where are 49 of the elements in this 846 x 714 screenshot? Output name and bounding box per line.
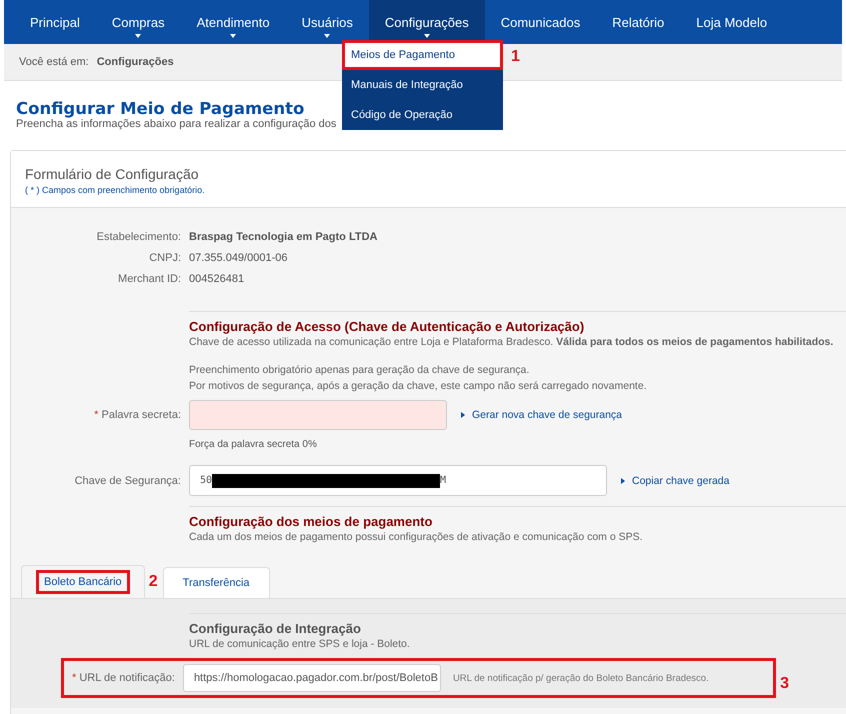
nav-item[interactable]: Relatório: [596, 0, 680, 44]
section-title: Configuração dos meios de pagamento: [189, 514, 434, 529]
breadcrumb-current: Configurações: [96, 56, 174, 68]
section-description: Cada um dos meios de pagamento possui configurações de ativação e comunicação com o SPS.: [189, 531, 644, 543]
field-label: Chave de Segurança:: [74, 474, 181, 486]
nav-item[interactable]: Atendimento: [180, 0, 286, 44]
page-subtitle: Preencha as informações abaixo para realizar a configuração dos: [16, 118, 336, 130]
tab-label: Transferência: [182, 576, 251, 591]
field-value: 004526481: [189, 272, 246, 284]
breadcrumb-label: Você está em:: [19, 56, 89, 68]
annotation-number: 2: [148, 573, 158, 591]
copy-key-link[interactable]: Copiar chave gerada: [621, 474, 730, 486]
field-label: Palavra secreta:: [102, 409, 181, 421]
field-value: 07.355.049/0001-06: [189, 252, 288, 264]
caret-icon: [324, 34, 330, 38]
nav-item[interactable]: Compras: [96, 0, 181, 44]
field-label: Merchant ID:: [117, 272, 181, 284]
generate-key-link[interactable]: Gerar nova chave de segurança: [461, 409, 622, 421]
section-description: URL de comunicação entre SPS e loja - Boleto.: [189, 638, 411, 650]
notification-url-field[interactable]: https://homologacao.pagador.com.br/post/BoletoB: [182, 664, 441, 692]
section-note: Preenchimento obrigatório apenas para geração da chave de segurança.: [189, 363, 530, 378]
menu-item[interactable]: Meios de Pagamento: [342, 40, 503, 70]
required-note: ( * ) Campos com preenchimento obrigatório.: [25, 185, 206, 195]
caret-icon: [135, 34, 142, 38]
field-label: Estabelecimento:: [96, 230, 181, 242]
secret-word-field[interactable]: [189, 400, 447, 430]
strength-text: Força da palavra secreta 0%: [189, 439, 318, 450]
section-note: Por motivos de segurança, após a geração da chave, este campo não será carregado novamente.: [189, 379, 648, 394]
annotation-number: 3: [780, 675, 789, 693]
panel-title: Formulário de Configuração: [25, 166, 200, 182]
tab[interactable]: Transferência: [162, 567, 270, 598]
field-label: CNPJ:: [148, 252, 181, 264]
section-description: Chave de acesso utilizada na comunicação entre Loja e Plataforma Bradesco. Válida para todos os meios de pagamentos habilitados.: [189, 336, 834, 348]
menu-item[interactable]: Código de Operação: [342, 100, 503, 130]
annotation-frame: Boleto Bancário: [36, 570, 130, 594]
section-title: Configuração de Integração: [189, 621, 362, 636]
field-hint: URL de notificação p/ geração do Boleto Bancário Bradesco.: [452, 672, 709, 684]
nav-item[interactable]: Loja Modelo: [680, 0, 784, 44]
menu-item[interactable]: Manuais de Integração: [342, 70, 503, 100]
page-title: Configurar Meio de Pagamento: [16, 99, 304, 118]
security-key-field[interactable]: 50 M: [189, 465, 607, 496]
field-label: URL de notificação:: [79, 672, 175, 684]
caret-icon: [230, 34, 236, 38]
required-mark: *: [72, 672, 76, 684]
annotation-number: 1: [511, 48, 520, 66]
field-value: Braspag Tecnologia em Pagto LTDA: [189, 230, 378, 242]
section-title: Configuração de Acesso (Chave de Autenticação e Autorização): [189, 319, 586, 334]
nav-item[interactable]: Principal: [14, 0, 96, 44]
required-mark: *: [94, 409, 98, 421]
